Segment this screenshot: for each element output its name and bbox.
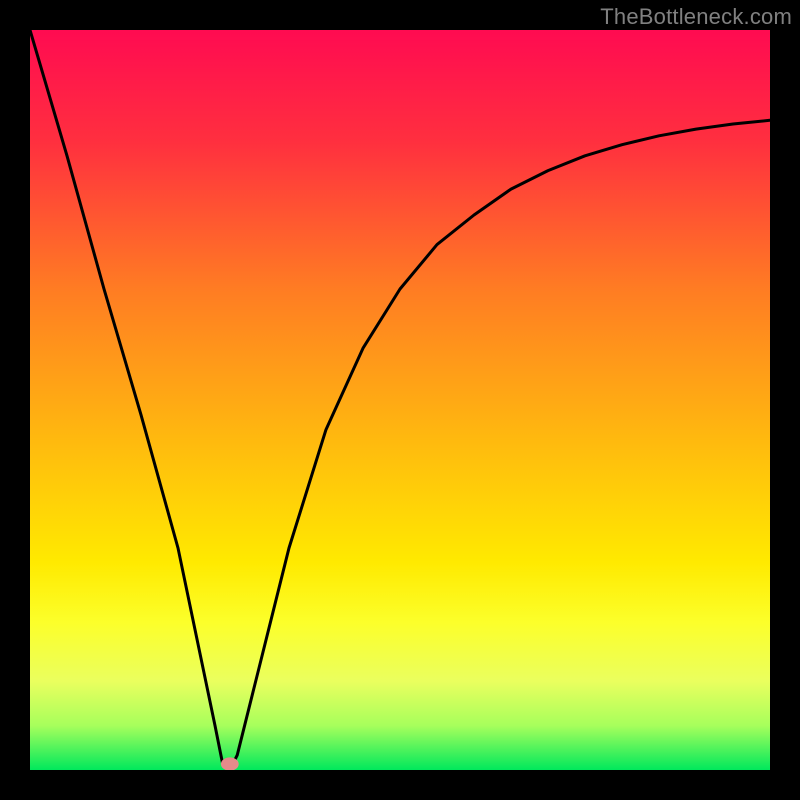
gradient-background [30, 30, 770, 770]
chart-svg [30, 30, 770, 770]
chart-frame: TheBottleneck.com [0, 0, 800, 800]
plot-area [30, 30, 770, 770]
watermark-text: TheBottleneck.com [600, 4, 792, 30]
